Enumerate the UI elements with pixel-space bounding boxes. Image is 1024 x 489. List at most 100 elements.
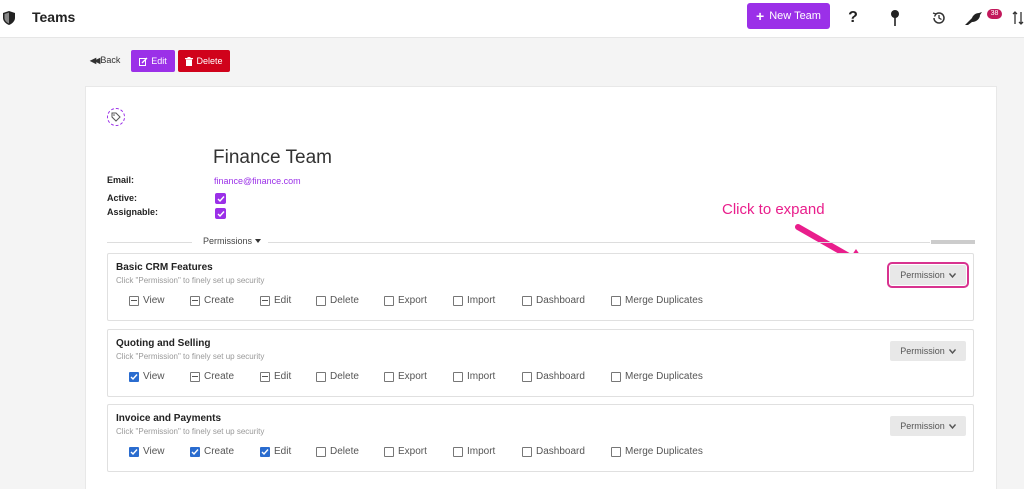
permission-option-label: Merge Duplicates: [625, 295, 703, 306]
permission-option-label: Delete: [330, 371, 359, 382]
permission-option-label: Delete: [330, 295, 359, 306]
permission-option-delete[interactable]: Delete: [316, 295, 359, 306]
trash-icon: [185, 56, 194, 66]
permission-option-view[interactable]: View: [129, 446, 165, 457]
checkbox-unchecked[interactable]: [611, 371, 621, 382]
checkbox-unchecked[interactable]: [316, 446, 326, 457]
permission-option-merge-duplicates[interactable]: Merge Duplicates: [611, 446, 703, 457]
permission-option-delete[interactable]: Delete: [316, 446, 359, 457]
checkbox-partial[interactable]: [260, 295, 270, 306]
checkbox-checked[interactable]: [129, 371, 139, 382]
permission-option-import[interactable]: Import: [453, 371, 495, 382]
permissions-divider-left: [107, 242, 192, 243]
permission-option-label: Create: [204, 295, 235, 306]
check-icon: [130, 373, 138, 380]
tag-icon[interactable]: [107, 108, 125, 126]
help-icon[interactable]: ?: [845, 8, 861, 28]
edit-label: Edit: [151, 56, 167, 66]
permission-option-label: Dashboard: [536, 446, 585, 457]
permissions-toggle[interactable]: Permissions: [203, 236, 262, 246]
permission-option-label: Dashboard: [536, 371, 585, 382]
permission-option-export[interactable]: Export: [384, 446, 427, 457]
permission-option-dashboard[interactable]: Dashboard: [522, 446, 585, 457]
top-bar: Teams + New Team ? 38: [0, 0, 1024, 38]
section-subtitle: Click "Permission" to finely set up secu…: [116, 427, 265, 436]
edit-button[interactable]: Edit: [131, 50, 175, 72]
permission-option-view[interactable]: View: [129, 295, 165, 306]
checkbox-unchecked[interactable]: [611, 446, 621, 457]
checkbox-unchecked[interactable]: [522, 446, 532, 457]
permission-option-edit[interactable]: Edit: [260, 295, 291, 306]
back-button[interactable]: ◀◀ Back: [90, 55, 120, 65]
permission-option-dashboard[interactable]: Dashboard: [522, 371, 585, 382]
permission-dropdown-button[interactable]: Permission: [887, 262, 969, 288]
checkbox-checked[interactable]: [260, 446, 270, 457]
permission-option-edit[interactable]: Edit: [260, 371, 291, 382]
checkbox-partial[interactable]: [190, 371, 200, 382]
checkbox-partial[interactable]: [129, 295, 139, 306]
checkbox-unchecked[interactable]: [384, 446, 394, 457]
new-team-button[interactable]: + New Team: [747, 3, 830, 29]
permission-option-dashboard[interactable]: Dashboard: [522, 295, 585, 306]
permission-option-label: Import: [467, 371, 496, 382]
back-label: Back: [100, 55, 121, 65]
permission-option-label: Edit: [274, 446, 292, 457]
permission-option-label: View: [143, 446, 165, 457]
back-arrow-icon: ◀◀: [90, 55, 100, 65]
sort-icon[interactable]: [1012, 8, 1024, 28]
permission-dropdown-button[interactable]: Permission: [890, 341, 966, 361]
permission-option-import[interactable]: Import: [453, 446, 495, 457]
permission-option-label: Edit: [274, 371, 292, 382]
permission-option-create[interactable]: Create: [190, 446, 234, 457]
assignable-label: Assignable:: [107, 207, 159, 217]
email-link[interactable]: finance@finance.com: [214, 176, 301, 186]
new-team-label: New Team: [769, 10, 821, 22]
checkbox-unchecked[interactable]: [453, 371, 463, 382]
permission-option-label: Export: [398, 295, 427, 306]
bird-icon[interactable]: [963, 8, 985, 28]
history-icon[interactable]: [930, 8, 948, 28]
permission-option-delete[interactable]: Delete: [316, 371, 359, 382]
checkbox-unchecked[interactable]: [453, 295, 463, 306]
delete-label: Delete: [196, 56, 223, 66]
permission-option-view[interactable]: View: [129, 371, 165, 382]
delete-button[interactable]: Delete: [178, 50, 230, 72]
checkbox-unchecked[interactable]: [522, 295, 532, 306]
assignable-checkbox[interactable]: [215, 208, 226, 219]
section-title: Quoting and Selling: [116, 338, 211, 349]
checkbox-unchecked[interactable]: [384, 295, 394, 306]
permission-option-label: Merge Duplicates: [625, 371, 703, 382]
checkbox-unchecked[interactable]: [384, 371, 394, 382]
permission-option-label: Import: [467, 446, 496, 457]
permission-dropdown-button[interactable]: Permission: [890, 416, 966, 436]
permission-option-create[interactable]: Create: [190, 295, 234, 306]
team-detail-card: Finance Team Email: finance@finance.com …: [85, 86, 997, 489]
email-label: Email:: [107, 175, 135, 185]
pin-icon[interactable]: [888, 8, 902, 28]
checkbox-unchecked[interactable]: [316, 371, 326, 382]
checkbox-unchecked[interactable]: [611, 295, 621, 306]
edit-icon: [139, 57, 148, 66]
permission-option-label: View: [143, 371, 165, 382]
permission-option-export[interactable]: Export: [384, 295, 427, 306]
permission-option-export[interactable]: Export: [384, 371, 427, 382]
checkbox-unchecked[interactable]: [453, 446, 463, 457]
permission-option-merge-duplicates[interactable]: Merge Duplicates: [611, 295, 703, 306]
annotation-callout: Click to expand: [722, 201, 825, 218]
checkbox-checked[interactable]: [129, 446, 139, 457]
checkbox-unchecked[interactable]: [522, 371, 532, 382]
permission-option-import[interactable]: Import: [453, 295, 495, 306]
permission-section: Basic CRM Features Click "Permission" to …: [107, 253, 974, 321]
section-subtitle: Click "Permission" to finely set up secu…: [116, 352, 265, 361]
checkbox-partial[interactable]: [260, 371, 270, 382]
active-checkbox[interactable]: [215, 193, 226, 204]
permission-option-create[interactable]: Create: [190, 371, 234, 382]
check-icon: [217, 195, 225, 202]
checkbox-unchecked[interactable]: [316, 295, 326, 306]
permission-option-edit[interactable]: Edit: [260, 446, 291, 457]
checkbox-partial[interactable]: [190, 295, 200, 306]
section-title: Invoice and Payments: [116, 413, 222, 424]
check-icon: [217, 210, 225, 217]
permission-option-merge-duplicates[interactable]: Merge Duplicates: [611, 371, 703, 382]
checkbox-checked[interactable]: [190, 446, 200, 457]
